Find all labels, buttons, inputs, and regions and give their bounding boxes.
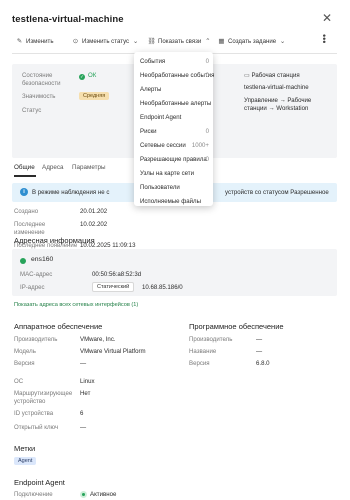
sw-vendor-label: Производитель [189,336,233,343]
sw-version-label: Версия [189,360,210,367]
links-dropdown-menu: События 0 Необработанные события 0 Алерты … [134,52,214,206]
change-status-label: Изменить статус [82,37,130,45]
tab-addresses[interactable]: Адреса [42,164,64,171]
created-label: Создано [14,208,39,215]
hw-model-label: Модель [14,348,36,355]
last-modified-label: Последнее изменение [14,221,46,236]
last-modified-value: 10.02.202 [80,221,108,228]
menu-item-allow-rules[interactable]: Разрешающие правила 0 [140,156,209,163]
hw-version-label: Версия [14,360,35,367]
menu-item-unprocessed-events[interactable]: Необработанные события 0 [140,72,214,79]
calendar-icon: ▦ [218,38,225,45]
pencil-icon: ✎ [16,38,23,45]
ip-type-chip: Статический [92,282,135,292]
security-status-value: ✓ ОК [79,72,97,80]
hw-vendor-label: Производитель [14,336,58,343]
info-banner-text-left: В режиме наблюдения не с [32,189,110,196]
routing-value: Нет [80,390,91,397]
endpoint-agent-title: Endpoint Agent [14,478,65,487]
menu-item-alerts[interactable]: Алерты [140,86,209,93]
check-icon: ✓ [79,74,85,80]
show-all-addresses-link[interactable]: Показать адреса всех сетевых интерфейсов… [14,302,138,308]
active-tab-indicator [14,175,36,177]
hw-version-value: — [80,360,87,367]
create-task-label: Создать задание [228,37,277,45]
menu-item-network-sessions[interactable]: Сетевые сессии 1000+ [140,142,209,149]
os-label: ОС [14,378,24,385]
os-value: Linux [80,378,95,385]
agent-tag[interactable]: Agent [14,457,37,465]
security-status-label: Состояние безопасности [22,72,61,87]
status-icon: ⊙ [72,38,79,45]
change-status-button[interactable]: ⊙ Изменить статус ⌄ [72,33,139,49]
device-type: ▭ Рабочая станция [244,72,300,79]
significance-badge: Средняя [79,92,110,100]
network-interface-card: ens160 MAC-адрес 00:50:56:a8:52:3d IP-ад… [12,249,337,296]
sw-name-value: — [256,348,263,355]
labels-title: Метки [14,444,36,453]
more-actions-icon[interactable]: ••• [319,34,329,43]
menu-item-events[interactable]: События 0 [140,58,209,65]
hostname-value: testlena-virtual-machine [244,84,309,91]
menu-item-unprocessed-alerts[interactable]: Необработанные алерты [140,100,211,107]
info-banner-text-right: устройств со статусом Разрешенное [225,189,329,196]
hardware-title: Аппаратное обеспечение [14,322,103,331]
sw-name-label: Название [189,348,217,355]
chevron-down-icon: ⌄ [279,38,286,45]
menu-item-risks[interactable]: Риски 0 [140,128,209,135]
address-section-title: Адресная информация [14,236,95,245]
management-path: Управление → Рабочие станции → Workstati… [244,97,312,112]
connection-label: Подключение [14,491,53,498]
interface-status-dot [20,258,26,264]
public-key-label: Открытый ключ [14,424,59,431]
menu-item-endpoint-agent[interactable]: Endpoint Agent [140,114,209,121]
chevron-down-icon: ⌄ [132,38,139,45]
edit-button-label: Изменить [26,37,54,45]
hw-vendor-value: VMware, Inc. [80,336,116,343]
info-icon: i [20,188,28,196]
close-icon[interactable]: ✕ [322,11,332,25]
toolbar: ✎ Изменить ⊙ Изменить статус ⌄ ⛓ Показат… [12,33,337,49]
software-title: Программное обеспечение [189,322,284,331]
status-label: Статус [22,107,42,114]
device-id-label: ID устройства [14,410,54,417]
routing-label: Маршрутизирующее устройство [14,390,73,405]
ip-value: 10.68.85.186/0 [142,284,183,291]
tab-parameters[interactable]: Параметры [72,164,106,171]
menu-item-network-map-nodes[interactable]: Узлы на карте сети [140,170,209,177]
device-id-value: 6 [80,410,84,417]
create-task-button[interactable]: ▦ Создать задание ⌄ [218,33,286,49]
chevron-up-icon: ⌃ [205,38,211,45]
page-title: testlena-virtual-machine [12,14,124,25]
tab-general[interactable]: Общие [14,164,35,171]
show-links-label: Показать связи [158,37,202,45]
active-status-dot [80,491,87,498]
sw-version-value: 6.8.0 [256,360,270,367]
connection-value: Активное [90,491,117,498]
mac-label: MAC-адрес [20,271,53,278]
hw-model-value: VMware Virtual Platform [80,348,146,355]
menu-item-executables[interactable]: Исполняемые файлы [140,198,209,205]
mac-value: 00:50:56:a8:52:3d [92,271,142,278]
link-icon: ⛓ [147,38,156,45]
menu-item-users[interactable]: Пользователи [140,184,209,191]
interface-name: ens160 [31,256,54,263]
sw-vendor-value: — [256,336,263,343]
created-value: 20.01.202 [80,208,108,215]
significance-label: Значимость [22,93,56,100]
edit-button[interactable]: ✎ Изменить [16,33,54,49]
show-links-button[interactable]: ⛓ Показать связи ⌃ [147,33,211,49]
ip-label: IP-адрес [20,284,45,291]
public-key-value: — [80,424,87,431]
